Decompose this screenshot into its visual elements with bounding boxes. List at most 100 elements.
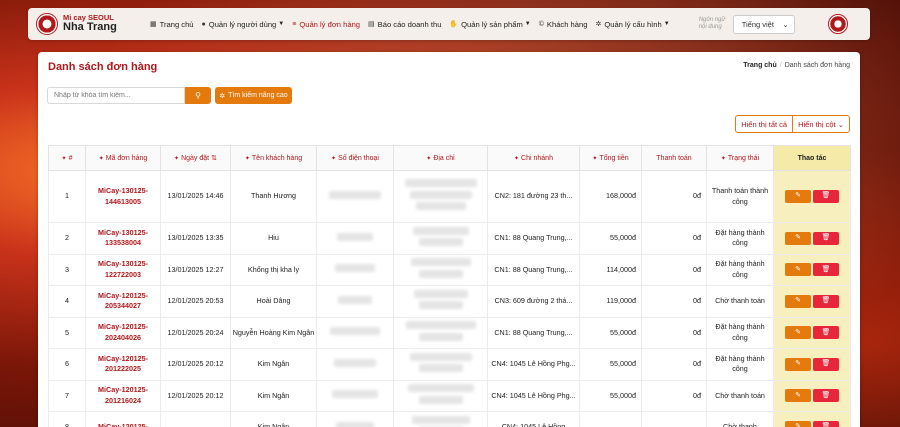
table-row[interactable]: 4 MiCay-120125-205344027 12/01/2025 20:53 H…	[48, 285, 851, 318]
row-actions: ✎ 🗑	[773, 170, 851, 223]
table-row[interactable]: 2 MiCay-130125-133538004 13/01/2025 13:35 H…	[48, 222, 851, 255]
nav-item-customers[interactable]: © Khách hàng	[535, 20, 592, 29]
phone-redacted	[316, 170, 394, 223]
breadcrumb-home[interactable]: Trang chủ	[743, 62, 776, 69]
address-redacted	[393, 316, 488, 349]
gear-icon: ✲	[219, 92, 226, 100]
pin-icon: ✦	[61, 155, 67, 162]
delete-button[interactable]: 🗑	[813, 190, 839, 203]
trash-icon: 🗑	[821, 423, 831, 427]
order-status: Đặt hàng thành công	[706, 348, 774, 381]
customer-name: Nguyễn Hoàng Kim Ngân	[230, 316, 317, 349]
column-header: Thao tác	[773, 145, 851, 171]
nav-item-users[interactable]: ● Quản lý người dùng ▼	[198, 20, 289, 29]
customer-name: Hiu	[230, 222, 317, 255]
dashboard-icon: ▦	[150, 21, 157, 28]
search-button[interactable]: ⚲	[185, 87, 211, 104]
nav-item-label: Trang chủ	[159, 19, 194, 29]
edit-button[interactable]: ✎	[785, 389, 811, 403]
chevron-down-icon: ▼	[524, 21, 531, 27]
nav-item-label: Quản lý đơn hàng	[299, 19, 361, 29]
table-row[interactable]: 1 MiCay-130125-144613005 13/01/2025 14:46 T…	[48, 170, 851, 223]
brand-logo[interactable]	[36, 13, 58, 35]
order-code[interactable]: MiCay-130125-144613005	[85, 170, 161, 223]
delete-button[interactable]: 🗑	[813, 420, 839, 427]
nav-item-label: Báo cáo doanh thu	[377, 19, 442, 29]
edit-button[interactable]: ✎	[785, 420, 811, 427]
show-columns-button[interactable]: Hiển thị cột ⌄	[792, 116, 849, 132]
paid-amount: 0đ	[641, 285, 707, 318]
table-row[interactable]: 8 MiCay-120125- Kim Ngân CN4: 1045 Lê Hồng C…	[48, 411, 851, 427]
address-redacted	[393, 348, 488, 381]
table-row[interactable]: 5 MiCay-120125-202404026 12/01/2025 20:24 N…	[48, 316, 851, 349]
column-header[interactable]: ✦ Tổng tiền	[579, 145, 642, 171]
paid-amount: 0đ	[641, 348, 707, 381]
order-code[interactable]: MiCay-130125-122722003	[85, 253, 161, 286]
order-code[interactable]: MiCay-120125-	[85, 411, 161, 427]
nav-item-revenue[interactable]: ▤ Báo cáo doanh thu	[364, 20, 445, 29]
pin-icon: ✦	[426, 155, 432, 162]
language-select[interactable]: Tiếng việt ⌄	[732, 14, 795, 34]
address-redacted	[393, 379, 488, 412]
table-row[interactable]: 6 MiCay-120125-201222025 12/01/2025 20:12 K…	[48, 348, 851, 381]
total-amount: 55,000đ	[579, 348, 642, 381]
order-status: Thanh toán thành công	[706, 170, 774, 223]
delete-button[interactable]: 🗑	[813, 389, 839, 403]
language-value: Tiếng việt	[741, 19, 774, 29]
address-redacted	[393, 253, 488, 286]
search-input[interactable]	[47, 87, 185, 104]
order-code[interactable]: MiCay-120125-202404026	[85, 316, 161, 349]
column-header[interactable]: ✦ Trạng thái	[706, 145, 774, 171]
table-row[interactable]: 3 MiCay-130125-122722003 13/01/2025 12:27 K…	[48, 253, 851, 286]
column-header[interactable]: ✦ Số điện thoại	[316, 145, 394, 171]
edit-button[interactable]: ✎	[785, 326, 811, 340]
edit-icon: ✎	[795, 391, 801, 399]
column-header[interactable]: ✦ Địa chỉ	[393, 145, 488, 171]
delete-button[interactable]: 🗑	[813, 326, 839, 340]
avatar[interactable]	[827, 14, 848, 34]
edit-button[interactable]: ✎	[785, 357, 811, 371]
nav-item-config[interactable]: ✲ Quản lý cấu hình ▼	[591, 20, 673, 29]
nav-item-orders[interactable]: ≡ Quản lý đơn hàng	[288, 20, 364, 29]
trash-icon: 🗑	[821, 360, 831, 368]
row-number: 5	[48, 316, 86, 349]
column-header[interactable]: ✦ Chi nhánh	[487, 145, 580, 171]
show-all-button[interactable]: Hiển thị tất cả	[736, 116, 792, 132]
row-actions: ✎ 🗑	[773, 316, 851, 349]
edit-button[interactable]: ✎	[785, 263, 811, 277]
nav-item-label: Khách hàng	[546, 19, 588, 29]
column-header[interactable]: ✦ Tên khách hàng	[230, 145, 317, 171]
order-date: 12/01/2025 20:12	[160, 379, 231, 412]
nav-item-products[interactable]: ✋ Quản lý sản phẩm ▼	[445, 20, 534, 29]
brand-name[interactable]: Mi cay SEOUL Nha Trang	[63, 14, 121, 33]
row-actions: ✎ 🗑	[773, 222, 851, 255]
order-code[interactable]: MiCay-130125-133538004	[85, 222, 161, 255]
column-header[interactable]: ✦ #	[48, 145, 86, 171]
advanced-search-button[interactable]: ✲ Tìm kiếm nâng cao	[215, 87, 292, 104]
order-code[interactable]: MiCay-120125-201216024	[85, 379, 161, 412]
edit-icon: ✎	[795, 265, 801, 273]
nav-item-label: Quản lý người dùng	[208, 19, 277, 29]
nav-item-home[interactable]: ▦ Trang chủ	[146, 20, 198, 29]
column-header[interactable]: ✦ Ngày đặt ⇅	[160, 145, 231, 171]
table-row[interactable]: 7 MiCay-120125-201216024 12/01/2025 20:12 K…	[48, 379, 851, 412]
edit-icon: ✎	[795, 328, 801, 336]
delete-button[interactable]: 🗑	[813, 357, 839, 371]
chevron-down-icon: ⌄	[837, 119, 844, 129]
delete-button[interactable]: 🗑	[813, 231, 839, 245]
delete-button[interactable]: 🗑	[813, 263, 839, 277]
paid-amount: 0đ	[641, 222, 707, 255]
sort-icon[interactable]: ⇅	[211, 155, 217, 162]
address-redacted	[393, 170, 488, 223]
column-header[interactable]: ✦ Mã đơn hàng	[85, 145, 161, 171]
row-actions: ✎ 🗑	[773, 253, 851, 286]
order-code[interactable]: MiCay-120125-201222025	[85, 348, 161, 381]
edit-button[interactable]: ✎	[785, 294, 811, 308]
edit-button[interactable]: ✎	[785, 190, 811, 203]
address-redacted	[393, 222, 488, 255]
edit-button[interactable]: ✎	[785, 231, 811, 245]
column-header[interactable]: Thanh toán	[641, 145, 707, 171]
order-code[interactable]: MiCay-120125-205344027	[85, 285, 161, 318]
top-navbar: Mi cay SEOUL Nha Trang ▦ Trang chủ ● Quả…	[28, 8, 870, 40]
delete-button[interactable]: 🗑	[813, 294, 839, 308]
